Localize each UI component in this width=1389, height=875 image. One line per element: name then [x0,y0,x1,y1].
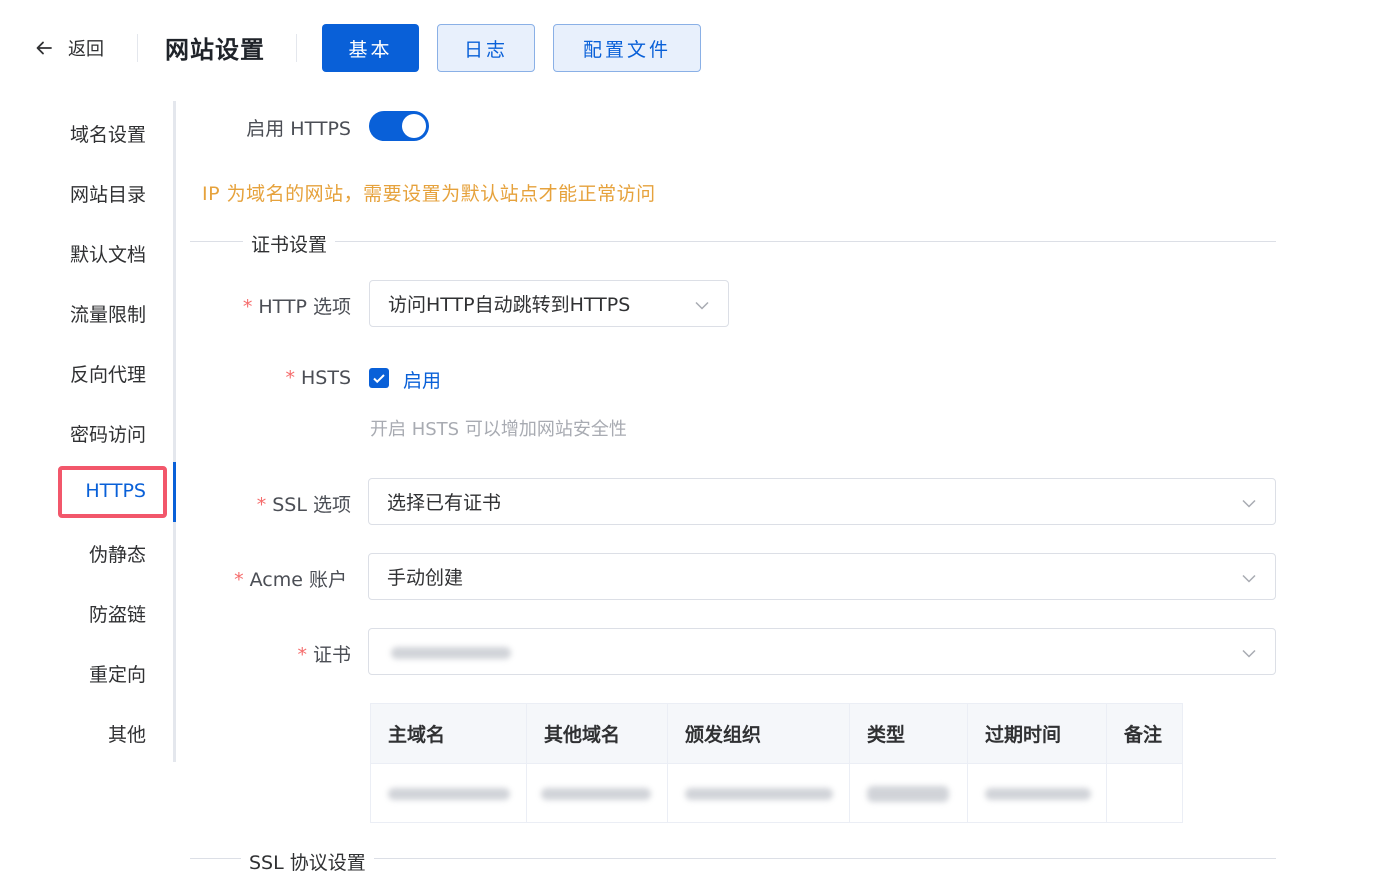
ssl-protocol-section-title: SSL 协议设置 [241,848,374,875]
back-button[interactable]: 返回 [34,36,104,60]
redacted-value [391,647,511,659]
sidebar-item-default-doc[interactable]: 默认文档 [70,240,146,267]
required-mark: * [242,296,253,318]
sidebar-item-site-dir[interactable]: 网站目录 [70,180,146,207]
table-cell [668,764,850,823]
hsts-hint: 开启 HSTS 可以增加网站安全性 [370,419,627,440]
sidebar-item-other[interactable]: 其他 [108,720,146,747]
cert-label-text: 证书 [312,644,351,666]
sidebar-item-traffic-limit[interactable]: 流量限制 [70,300,146,327]
enable-https-toggle[interactable] [369,111,429,141]
http-option-select[interactable]: 访问HTTP自动跳转到HTTPS [369,280,729,327]
chevron-down-icon [1242,499,1256,508]
toggle-knob [402,114,426,138]
tab-log[interactable]: 日志 [437,24,535,72]
sidebar-item-rewrite[interactable]: 伪静态 [89,540,146,567]
table-cell [527,764,668,823]
column-header: 其他域名 [527,704,668,764]
tab-config-file[interactable]: 配置文件 [553,24,701,72]
hsts-label: * HSTS [285,367,351,389]
section-divider [190,241,1276,242]
arrow-left-icon [36,41,52,55]
redacted-value [541,788,651,800]
column-header: 类型 [850,704,968,764]
column-header: 主域名 [371,704,527,764]
cert-section-title: 证书设置 [243,230,336,257]
header-divider [296,34,297,62]
column-header: 颁发组织 [668,704,850,764]
column-header: 过期时间 [968,704,1107,764]
acme-label-text: Acme 账户 [249,569,347,591]
column-header: 备注 [1107,704,1182,764]
enable-https-label: 启用 HTTPS [246,118,351,140]
table-cell [1107,764,1182,823]
table-cell [371,764,527,823]
redacted-value [685,788,833,800]
table-cell [850,764,968,823]
tab-basic[interactable]: 基本 [322,24,419,72]
cert-label: * 证书 [297,640,351,667]
warning-text: IP 为域名的网站，需要设置为默认站点才能正常访问 [202,183,656,205]
chevron-down-icon [1242,574,1256,583]
sidebar-item-https[interactable]: HTTPS [85,480,146,502]
sidebar-item-redirect[interactable]: 重定向 [89,660,146,687]
hsts-label-text: HSTS [300,367,351,389]
sidebar-item-reverse-proxy[interactable]: 反向代理 [70,360,146,387]
required-mark: * [297,644,307,666]
sidebar-item-domain[interactable]: 域名设置 [70,120,146,147]
redacted-value [985,788,1091,800]
required-mark: * [285,367,295,389]
ssl-option-label-text: SSL 选项 [272,494,351,516]
ssl-option-select[interactable]: 选择已有证书 [368,478,1276,525]
header-divider [137,34,138,62]
http-option-label-text: HTTP 选项 [258,296,351,318]
http-option-value: 访问HTTP自动跳转到HTTPS [388,294,631,316]
certificate-table: 主域名 其他域名 颁发组织 类型 过期时间 备注 [370,703,1183,823]
table-cell [968,764,1107,823]
redacted-value [388,788,510,800]
hsts-checkbox[interactable] [369,368,389,388]
sidebar-track [173,101,176,762]
http-option-label: * HTTP 选项 [243,292,351,319]
sidebar-item-hotlink[interactable]: 防盗链 [89,600,146,627]
chevron-down-icon [1242,649,1256,658]
certificate-select[interactable] [368,628,1276,675]
page-title: 网站设置 [165,36,265,64]
redacted-value [867,786,949,802]
back-label: 返回 [68,39,104,60]
hsts-checkbox-label[interactable]: 启用 [403,366,441,393]
sidebar-item-password[interactable]: 密码访问 [70,420,146,447]
acme-account-select[interactable]: 手动创建 [368,553,1276,600]
required-mark: * [256,494,267,516]
acme-value: 手动创建 [387,567,464,589]
chevron-down-icon [695,301,709,310]
acme-label: * Acme 账户 [234,565,347,592]
ssl-option-value: 选择已有证书 [387,492,502,514]
required-mark: * [234,569,244,591]
sidebar-active-indicator [173,462,176,522]
ssl-option-label: * SSL 选项 [257,490,351,517]
check-icon [373,374,385,384]
